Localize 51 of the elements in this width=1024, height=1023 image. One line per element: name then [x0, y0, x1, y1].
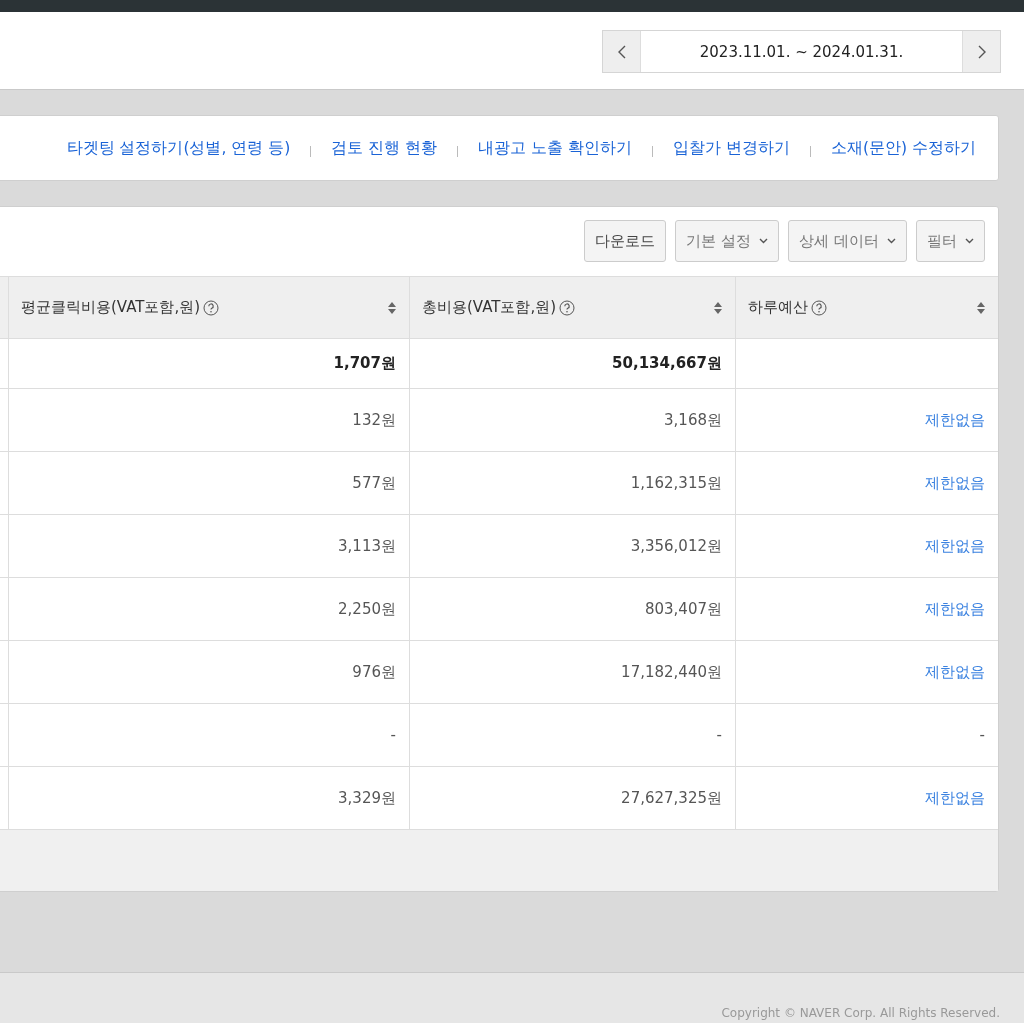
budget-link[interactable]: 제한없음 [925, 788, 985, 808]
table-cell: 50,134,667원 [409, 339, 735, 389]
chevron-down-icon [965, 238, 974, 244]
budget-link[interactable]: 제한없음 [925, 536, 985, 556]
table-cell: 976원 [8, 641, 409, 704]
table-cell: - [735, 704, 998, 767]
quick-link[interactable]: 소재(문안) 수정하기 [830, 137, 976, 159]
column-header[interactable]: 평균클릭비용(VAT포함,원) [8, 277, 409, 339]
chevron-left-icon [617, 44, 626, 59]
budget-link[interactable]: 제한없음 [925, 473, 985, 493]
table-cell: 803,407원 [409, 578, 735, 641]
dropdown-button[interactable]: 필터 [916, 220, 985, 262]
column-header[interactable]: 하루예산 [735, 277, 998, 339]
column-title: 평균클릭비용(VAT포함,원) [21, 298, 201, 317]
table-cell: 2,250원 [8, 578, 409, 641]
table-cell: - [8, 704, 409, 767]
table-cell: - [409, 704, 735, 767]
table-cell: 577원 [8, 452, 409, 515]
chevron-right-icon [977, 44, 986, 59]
sort-icon[interactable] [713, 300, 723, 315]
previous-button[interactable] [603, 31, 640, 72]
table-cell: 3,168원 [409, 389, 735, 452]
table-cell: 3,113원 [8, 515, 409, 578]
budget-link[interactable]: 제한없음 [925, 599, 985, 619]
sort-icon[interactable] [387, 300, 397, 315]
table-cell: 3,356,012원 [409, 515, 735, 578]
budget-link[interactable]: 제한없음 [925, 410, 985, 430]
copyright-text: Copyright © NAVER Corp. All Rights Reserved. [721, 1006, 1000, 1020]
quick-link[interactable]: 검토 진행 현황 [331, 137, 438, 159]
quick-link[interactable]: 타겟팅 설정하기(성별, 연령 등) [66, 137, 291, 159]
download-button[interactable]: 다운로드 [584, 220, 667, 262]
sort-icon[interactable] [976, 300, 986, 315]
quick-link[interactable]: 내광고 노출 확인하기 [478, 137, 633, 159]
help-icon[interactable] [203, 299, 220, 316]
dropdown-button[interactable]: 상세 데이터 [788, 220, 907, 262]
chevron-down-icon [759, 238, 769, 244]
table-cell: 1,162,315원 [409, 452, 735, 515]
column-title: 하루예산 [748, 298, 808, 317]
help-icon[interactable] [811, 299, 827, 316]
column-header[interactable]: 총비용(VAT포함,원) [409, 277, 735, 339]
table-cell: 17,182,440원 [409, 641, 735, 704]
chevron-down-icon [887, 238, 896, 244]
table-cell: 1,707원 [8, 339, 409, 389]
dropdown-button[interactable]: 기본 설정 [675, 220, 780, 262]
next-button[interactable] [963, 31, 1000, 72]
help-icon[interactable] [559, 299, 576, 316]
column-title: 총비용(VAT포함,원) [422, 298, 557, 317]
date-range-field[interactable]: 2023.11.01. ~ 2024.01.31. [640, 31, 963, 72]
budget-link[interactable]: 제한없음 [925, 662, 985, 682]
quick-link[interactable]: 입찰가 변경하기 [673, 137, 790, 159]
table-cell: 132원 [8, 389, 409, 452]
